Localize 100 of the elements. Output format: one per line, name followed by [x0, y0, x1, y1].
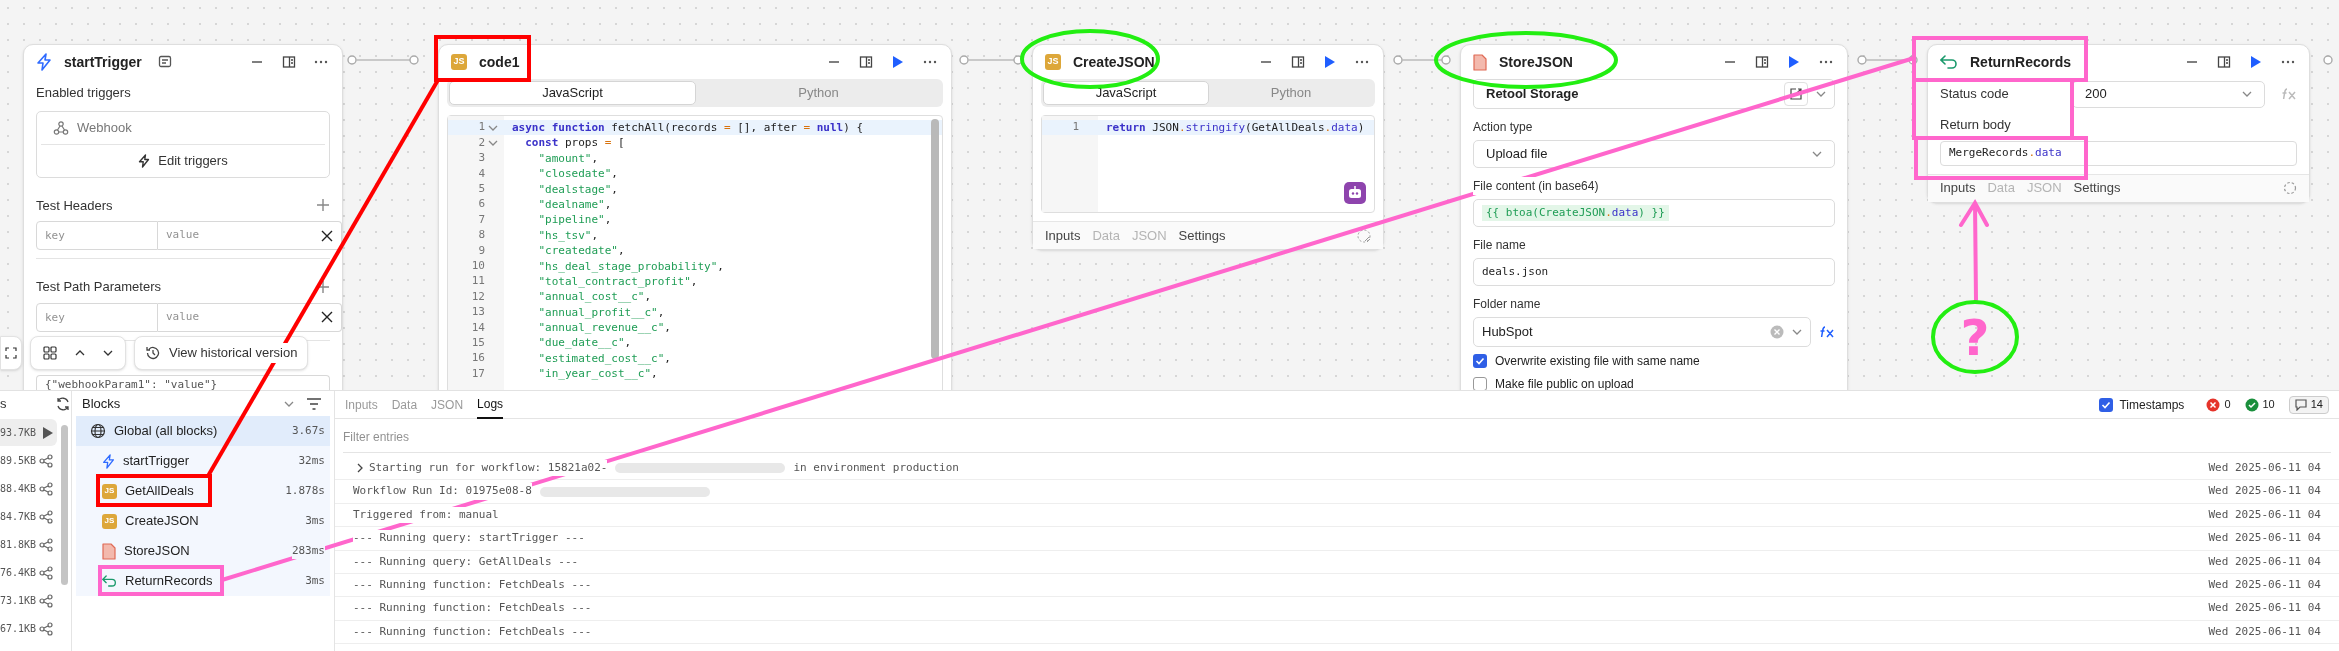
run-item[interactable]: 88.4KB — [0, 475, 57, 502]
panel-title: Blocks — [82, 394, 121, 413]
log-timestamp: Wed 2025-06-11 04 — [2208, 600, 2321, 617]
run-item[interactable]: 73.1KB — [0, 587, 57, 614]
block-title[interactable]: ReturnRecords — [1970, 51, 2072, 73]
play-icon — [43, 426, 53, 439]
line-number: 9 — [478, 242, 485, 259]
block-item[interactable]: startTrigger 32ms — [76, 446, 330, 476]
code-field[interactable]: MergeRecords.data — [1940, 140, 2297, 166]
note-icon[interactable] — [157, 55, 172, 69]
run-item[interactable]: 67.1KB — [0, 615, 57, 642]
block-title[interactable]: startTrigger — [64, 51, 142, 73]
share-icon — [39, 593, 54, 608]
resource-select[interactable]: Retool Storage — [1473, 79, 1835, 109]
code-line: "pipeline", — [537, 212, 613, 228]
footer-tab[interactable]: Settings — [1178, 225, 1226, 246]
checkbox[interactable] — [2099, 397, 2114, 412]
close-icon[interactable] — [321, 311, 333, 323]
line-number: 13 — [471, 304, 485, 321]
edit-icon[interactable] — [1784, 82, 1808, 106]
resize-icon[interactable] — [1357, 228, 1371, 243]
line-number: 12 — [471, 288, 485, 305]
line-number: 1 — [478, 119, 485, 136]
footer-tab[interactable]: Settings — [2073, 178, 2121, 198]
line-number: 5 — [478, 181, 485, 197]
scrollbar[interactable] — [61, 425, 68, 585]
run-item[interactable]: 84.7KB — [0, 503, 57, 530]
log-timestamp: Wed 2025-06-11 04 — [2208, 483, 2321, 500]
panel-icon[interactable] — [280, 53, 298, 71]
share-icon — [39, 621, 54, 636]
code-line: "due_date__c", — [537, 335, 633, 351]
block-item[interactable]: ReturnRecords 3ms — [76, 566, 330, 596]
checkbox[interactable] — [1473, 354, 1487, 368]
filter-icon[interactable] — [306, 397, 322, 410]
fold-icon[interactable] — [488, 124, 498, 131]
run-item[interactable]: 89.5KB — [0, 447, 57, 474]
refresh-icon[interactable] — [55, 395, 71, 412]
value-field[interactable]: value — [158, 302, 342, 332]
panel-icon[interactable] — [2215, 53, 2233, 71]
block-item[interactable]: JS CreateJSON 3ms — [76, 506, 330, 536]
log-timestamp: Wed 2025-06-11 04 — [2208, 506, 2321, 523]
key-field[interactable]: key — [36, 302, 158, 332]
code-editor[interactable]: 1 return JSON.stringify(GetAllDeals.data) — [1041, 115, 1375, 213]
run-item[interactable]: 93.7KB — [0, 419, 57, 446]
run-item[interactable]: 81.8KB — [0, 531, 57, 558]
checkbox[interactable] — [1473, 377, 1487, 390]
expand-icon[interactable] — [357, 463, 363, 474]
select-field[interactable]: HubSpot — [1473, 317, 1811, 347]
connector-port — [2322, 54, 2334, 66]
chevron-down-icon — [2242, 91, 2252, 97]
checkmark-icon — [2101, 399, 2112, 410]
key-field[interactable]: key — [36, 221, 158, 250]
block-title[interactable]: CreateJSON — [1073, 51, 1155, 73]
close-icon[interactable] — [321, 229, 333, 242]
robot-icon[interactable] — [1344, 182, 1366, 204]
edit-triggers-button[interactable]: Edit triggers — [37, 144, 329, 177]
language-tab[interactable]: JavaScript — [449, 81, 696, 105]
grid-icon[interactable] — [43, 346, 57, 360]
run-item[interactable]: 76.4KB — [0, 559, 57, 586]
js-badge: JS — [451, 54, 467, 70]
panel-tab[interactable]: Logs — [477, 390, 504, 419]
block-item[interactable]: Global (all blocks) 3.67s — [76, 416, 330, 446]
history-icon — [145, 345, 161, 361]
line-number: 10 — [471, 257, 485, 274]
fullscreen-button[interactable] — [0, 336, 22, 370]
panel-icon[interactable] — [857, 53, 875, 71]
filter-field[interactable]: Filter entries — [343, 421, 2331, 453]
function-icon[interactable] — [1819, 326, 1835, 338]
code-line: "annual_revenue__c", — [537, 320, 672, 336]
line-number: 17 — [471, 365, 485, 382]
panel-icon[interactable] — [1289, 53, 1307, 71]
block-item[interactable]: JS GetAllDeals 1.878s — [76, 476, 330, 506]
block-title[interactable]: StoreJSON — [1499, 51, 1573, 73]
footer-tab[interactable]: Inputs — [1045, 225, 1081, 246]
value-input[interactable]: value — [158, 308, 321, 326]
message-count[interactable]: 14 — [2288, 395, 2329, 414]
footer-tab[interactable]: Inputs — [1940, 178, 1976, 198]
chevron-down-icon[interactable] — [103, 350, 113, 356]
lightning-icon — [102, 453, 115, 469]
checkbox-label: Overwrite existing file with same name — [1495, 353, 1700, 370]
value-input[interactable]: value — [158, 227, 321, 244]
chevron-down-icon — [1812, 151, 1822, 157]
code-field[interactable]: {{ btoa(CreateJSON.data) }} — [1473, 199, 1835, 227]
panel-icon[interactable] — [1753, 53, 1771, 71]
block-item[interactable]: StoreJSON 283ms — [76, 536, 330, 566]
code-line: "dealstage", — [537, 181, 619, 197]
text-field[interactable]: deals.json — [1473, 258, 1835, 286]
code-line: "in_year_cost__c", — [537, 366, 659, 382]
code-line: "hs_tsv", — [537, 227, 600, 244]
value-field[interactable]: value — [158, 221, 342, 250]
connector — [958, 54, 1024, 66]
block-title[interactable]: code1 — [479, 51, 520, 73]
return-arrow-icon — [102, 575, 117, 587]
history-button[interactable]: View historical version — [134, 336, 309, 370]
select-field[interactable]: Upload file — [1473, 140, 1835, 168]
fold-icon[interactable] — [488, 140, 498, 147]
scrollbar[interactable] — [931, 119, 939, 359]
log-timestamp: Wed 2025-06-11 04 — [2208, 623, 2321, 640]
language-tab[interactable]: JavaScript — [1043, 81, 1209, 105]
chevron-up-icon[interactable] — [75, 350, 85, 356]
